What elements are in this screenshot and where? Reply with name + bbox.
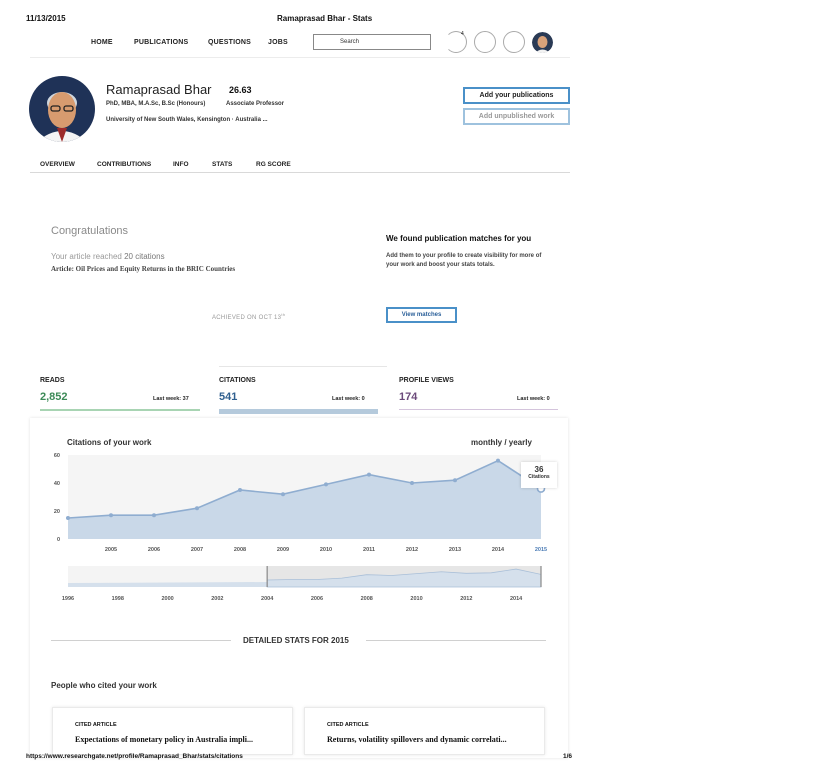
detailed-divider-right — [366, 640, 546, 641]
x-tick-label: 2008 — [234, 547, 246, 553]
x-tick-label: 2011 — [363, 547, 375, 553]
people-heading: People who cited your work — [51, 681, 157, 690]
data-point — [324, 482, 328, 487]
y-tick-label: 0 — [57, 537, 60, 543]
card-tag: CITED ARTICLE — [75, 722, 117, 728]
chart-navigator[interactable] — [68, 566, 542, 588]
x-tick-label: 2006 — [148, 547, 160, 553]
data-point — [238, 488, 242, 492]
x-tick-label: 2005 — [105, 547, 117, 553]
data-point — [195, 506, 199, 511]
print-url: https://www.researchgate.net/profile/Ram… — [26, 753, 243, 760]
chart-y-axis: 0 20 40 60 — [54, 453, 60, 543]
navigator-tick-label: 1996 — [62, 596, 74, 602]
data-point — [410, 481, 414, 485]
y-tick-label: 40 — [54, 481, 60, 487]
navigator-tick-label: 2010 — [410, 596, 422, 602]
navigator-tick-label: 2012 — [460, 596, 472, 602]
x-tick-label: 2015 — [535, 547, 547, 553]
navigator-tick-label: 2004 — [261, 596, 274, 602]
cited-article-card[interactable]: CITED ARTICLE Returns, volatility spillo… — [304, 707, 545, 755]
data-point — [496, 458, 500, 463]
card-title[interactable]: Expectations of monetary policy in Austr… — [75, 735, 292, 744]
detailed-stats-heading: DETAILED STATS FOR 2015 — [243, 636, 349, 645]
data-point — [152, 513, 156, 518]
chart-x-axis: 2005 2006 2007 2008 2009 2010 2011 2012 2013 2014… — [105, 547, 547, 553]
card-tag: CITED ARTICLE — [327, 722, 369, 728]
navigator-tick-label: 2008 — [361, 596, 373, 602]
print-page-number: 1/6 — [563, 753, 573, 760]
navigator-x-axis: 1996 1998 2000 2002 2004 2006 2008 2010 2012 2014 — [62, 596, 523, 602]
x-tick-label: 2009 — [277, 547, 289, 553]
data-point — [367, 472, 371, 477]
detailed-divider-left — [51, 640, 231, 641]
navigator-tick-label: 2000 — [161, 596, 173, 602]
y-tick-label: 60 — [54, 453, 60, 459]
data-point — [109, 513, 113, 518]
x-tick-label: 2014 — [492, 547, 505, 553]
chart-tooltip: 36 Citations — [521, 462, 557, 488]
navigator-tick-label: 2002 — [211, 596, 223, 602]
card-title[interactable]: Returns, volatility spillovers and dynam… — [327, 735, 544, 744]
tooltip-label: Citations — [528, 474, 550, 480]
data-point — [453, 478, 457, 483]
x-tick-label: 2013 — [449, 547, 461, 553]
x-tick-label: 2010 — [320, 547, 332, 553]
data-point — [281, 492, 285, 497]
tooltip-value: 36 — [534, 465, 544, 474]
navigator-tick-label: 2014 — [510, 596, 523, 602]
x-tick-label: 2012 — [406, 547, 418, 553]
navigator-tick-label: 2006 — [311, 596, 323, 602]
y-tick-label: 20 — [54, 509, 60, 515]
x-tick-label: 2007 — [191, 547, 203, 553]
citations-chart: 0 20 40 60 2005 2006 2007 2008 2009 2010 2011 2012… — [54, 453, 547, 602]
data-point — [66, 516, 70, 520]
navigator-tick-label: 1998 — [112, 596, 124, 602]
cited-article-card[interactable]: CITED ARTICLE Expectations of monetary p… — [52, 707, 293, 755]
